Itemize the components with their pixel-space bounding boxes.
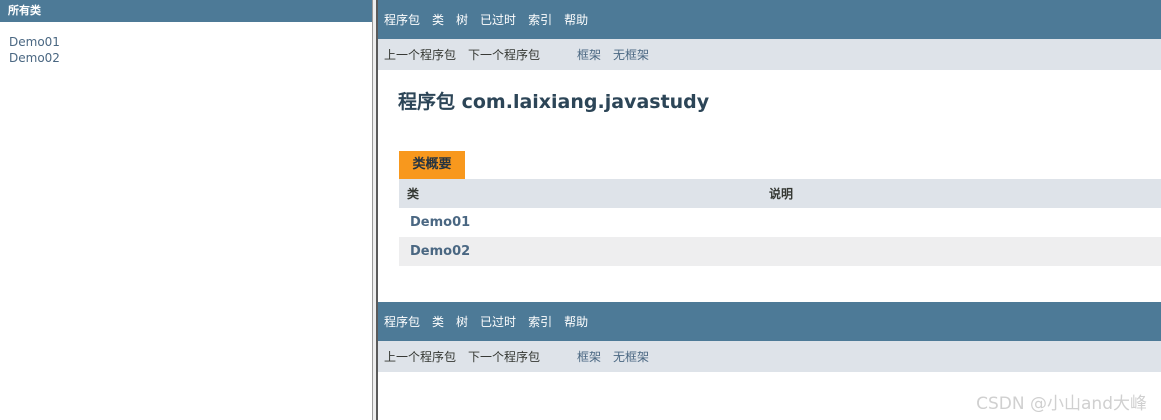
column-header-description: 说明 [761,179,1161,208]
prev-package-link[interactable]: 上一个程序包 [384,46,456,63]
column-header-class: 类 [399,179,761,208]
next-package-link[interactable]: 下一个程序包 [468,46,540,63]
list-item: Demo02 [9,50,372,66]
page-title: 程序包 com.laixiang.javastudy [398,91,710,113]
nav-tree[interactable]: 树 [456,11,468,28]
nav-deprecated[interactable]: 已过时 [480,11,516,28]
nav-deprecated[interactable]: 已过时 [480,313,516,330]
class-link-demo01[interactable]: Demo01 [9,35,60,49]
table-cell-description [761,237,1161,266]
table-row: Demo01 [399,208,1161,237]
table-cell-class: Demo02 [399,237,761,266]
class-list: Demo01 Demo02 [0,22,372,66]
nav-help[interactable]: 帮助 [564,313,588,330]
all-classes-header: 所有类 [0,0,372,22]
nav-tree[interactable]: 树 [456,313,468,330]
bottom-nav-bar: 程序包 类 树 已过时 索引 帮助 [378,302,1161,341]
class-link-demo02[interactable]: Demo02 [9,51,60,65]
nav-package[interactable]: 程序包 [384,11,420,28]
nav-package[interactable]: 程序包 [384,313,420,330]
no-frames-link[interactable]: 无框架 [613,348,649,365]
class-summary-table: 类 说明 Demo01 Demo02 [399,179,1161,266]
watermark: CSDN @小山and大峰 [976,394,1147,414]
table-row: Demo02 [399,237,1161,266]
table-header-row: 类 说明 [399,179,1161,208]
bottom-nav-block: 程序包 类 树 已过时 索引 帮助 上一个程序包 下一个程序包 框架 无框架 [378,302,1161,372]
nav-index[interactable]: 索引 [528,313,552,330]
frames-link[interactable]: 框架 [577,348,601,365]
table-cell-class: Demo01 [399,208,761,237]
package-summary-frame: 程序包 类 树 已过时 索引 帮助 上一个程序包 下一个程序包 框架 无框架 程… [378,0,1161,420]
top-nav-bar: 程序包 类 树 已过时 索引 帮助 [378,0,1161,39]
prev-package-link[interactable]: 上一个程序包 [384,348,456,365]
class-summary-tab: 类概要 [399,151,465,179]
table-cell-description [761,208,1161,237]
no-frames-link[interactable]: 无框架 [613,46,649,63]
nav-help[interactable]: 帮助 [564,11,588,28]
sub-nav-bar: 上一个程序包 下一个程序包 框架 无框架 [378,39,1161,70]
class-link-demo02[interactable]: Demo02 [410,244,470,259]
frames-link[interactable]: 框架 [577,46,601,63]
nav-class[interactable]: 类 [432,313,444,330]
next-package-link[interactable]: 下一个程序包 [468,348,540,365]
nav-class[interactable]: 类 [432,11,444,28]
nav-index[interactable]: 索引 [528,11,552,28]
all-classes-frame: 所有类 Demo01 Demo02 [0,0,372,420]
bottom-sub-nav-bar: 上一个程序包 下一个程序包 框架 无框架 [378,341,1161,372]
list-item: Demo01 [9,34,372,50]
class-link-demo01[interactable]: Demo01 [410,215,470,230]
